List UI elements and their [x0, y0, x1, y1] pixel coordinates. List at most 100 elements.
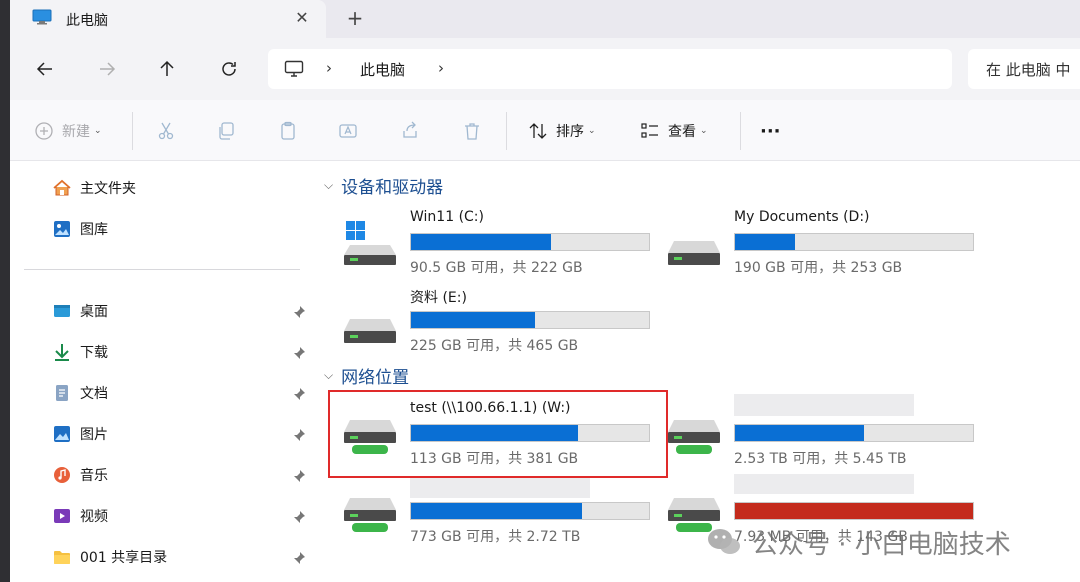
drive-free-space: 90.5 GB 可用，共 222 GB — [410, 260, 583, 276]
sidebar-item-label: 视频 — [80, 509, 108, 525]
refresh-icon — [222, 62, 236, 76]
pin-icon[interactable] — [292, 469, 306, 483]
up-button[interactable] — [150, 54, 184, 84]
sidebar-item-label: 文档 — [80, 386, 108, 402]
breadcrumb-separator[interactable]: › — [326, 59, 332, 77]
capacity-bar — [734, 233, 974, 251]
sidebar-item-gallery[interactable]: 图库 — [52, 217, 108, 241]
breadcrumb-separator[interactable]: › — [438, 59, 444, 77]
section-header-devices[interactable]: ⌵ 设备和驱动器 — [324, 173, 443, 198]
tab-this-pc[interactable]: 此电脑 ✕ — [10, 0, 326, 38]
watermark: 公众号 · 小白电脑技术 — [706, 522, 1011, 562]
drive-c[interactable]: Win11 (C:) 90.5 GB 可用，共 222 GB — [318, 209, 650, 279]
close-tab-icon[interactable]: ✕ — [290, 6, 314, 30]
sort-label: 排序 — [556, 124, 584, 140]
share-button[interactable] — [400, 118, 420, 144]
chevron-down-icon: ⌄ — [700, 126, 708, 136]
music-icon — [54, 467, 70, 483]
tab-bar: 此电脑 ✕ + — [10, 0, 1080, 38]
cut-button[interactable] — [156, 118, 176, 144]
wechat-icon — [708, 529, 740, 554]
rename-button[interactable] — [338, 118, 358, 144]
sidebar-item-music[interactable]: 音乐 — [52, 463, 108, 487]
desktop-icon — [54, 305, 70, 317]
pin-icon[interactable] — [292, 551, 306, 565]
sort-button[interactable]: 排序 ⌄ — [528, 118, 596, 144]
pin-icon[interactable] — [292, 305, 306, 319]
arrow-left-icon — [36, 62, 52, 76]
search-input[interactable]: 在 此电脑 中 — [968, 49, 1080, 89]
divider — [132, 112, 133, 150]
desktop-edge — [0, 0, 10, 582]
new-label: 新建 — [62, 124, 90, 140]
sidebar-item-downloads[interactable]: 下载 — [52, 340, 108, 364]
address-bar[interactable]: › 此电脑 › — [268, 49, 952, 89]
arrow-up-icon — [160, 60, 174, 76]
sidebar-item-label: 图片 — [80, 427, 108, 443]
sidebar-item-pictures[interactable]: 图片 — [52, 422, 108, 446]
computer-icon — [284, 60, 304, 77]
drive-name: Win11 (C:) — [410, 209, 484, 225]
network-drive-3[interactable]: 773 GB 可用，共 2.72 TB — [318, 478, 650, 548]
capacity-fill — [411, 234, 552, 250]
refresh-button[interactable] — [212, 54, 246, 84]
sidebar-item-desktop[interactable]: 桌面 — [52, 299, 108, 323]
section-header-network[interactable]: ⌵ 网络位置 — [324, 363, 409, 388]
more-options-button[interactable]: ··· — [760, 118, 781, 144]
view-button[interactable]: 查看 ⌄ — [640, 118, 708, 144]
chevron-down-icon: ⌄ — [94, 126, 102, 136]
document-icon — [56, 385, 68, 401]
sidebar-item-shared-folder[interactable]: 001 共享目录 — [52, 545, 167, 569]
sidebar-item-documents[interactable]: 文档 — [52, 381, 108, 405]
pictures-icon — [54, 426, 70, 442]
drive-name: 资料 (E:) — [410, 290, 467, 306]
folder-icon — [54, 551, 70, 564]
forward-button[interactable] — [90, 54, 124, 84]
windows-drive-icon — [344, 221, 396, 265]
file-explorer-window: 此电脑 ✕ + › 此电脑 › 在 此电脑 中 新建 ⌄ 排序 ⌄ 查看 ⌄ ·… — [10, 0, 1080, 582]
drive-free-space: 773 GB 可用，共 2.72 TB — [410, 529, 581, 545]
new-tab-button[interactable]: + — [342, 6, 368, 32]
paste-button[interactable] — [278, 118, 298, 144]
hard-drive-icon — [344, 319, 396, 343]
pin-icon[interactable] — [292, 387, 306, 401]
capacity-bar — [410, 311, 650, 329]
hard-drive-icon — [668, 241, 720, 265]
breadcrumb-this-pc[interactable]: 此电脑 — [360, 59, 405, 80]
clipboard-icon — [281, 121, 295, 140]
sort-icon — [529, 123, 547, 139]
sidebar-item-label: 音乐 — [80, 468, 108, 484]
highlight-box — [328, 390, 668, 478]
sidebar-item-videos[interactable]: 视频 — [52, 504, 108, 528]
redacted-drive-name — [410, 478, 590, 498]
pin-icon[interactable] — [292, 510, 306, 524]
capacity-fill — [735, 234, 795, 250]
view-label: 查看 — [668, 124, 696, 140]
download-icon — [55, 344, 69, 361]
redacted-drive-name — [734, 474, 914, 494]
new-button[interactable]: 新建 ⌄ — [34, 118, 102, 144]
view-list-icon — [641, 123, 658, 138]
pin-icon[interactable] — [292, 428, 306, 442]
scissors-icon — [158, 122, 174, 140]
chevron-down-icon: ⌵ — [324, 367, 334, 382]
home-icon — [53, 179, 71, 196]
sidebar-item-home[interactable]: 主文件夹 — [52, 176, 136, 200]
trash-icon — [465, 123, 479, 140]
capacity-bar — [410, 233, 650, 251]
divider — [740, 112, 741, 150]
content-pane: ⌵ 设备和驱动器 Win11 (C:) 90.5 GB 可用，共 222 GB — [314, 161, 1080, 582]
network-drive-2[interactable]: 2.53 TB 可用，共 5.45 TB — [642, 394, 974, 470]
pin-icon[interactable] — [292, 346, 306, 360]
drive-e[interactable]: 资料 (E:) 225 GB 可用，共 465 GB — [318, 287, 650, 357]
sidebar-item-label: 桌面 — [80, 304, 108, 320]
back-button[interactable] — [28, 54, 62, 84]
gallery-icon — [54, 221, 70, 237]
sidebar-divider — [24, 269, 300, 270]
capacity-fill — [411, 503, 583, 519]
arrow-right-icon — [100, 62, 116, 76]
copy-button[interactable] — [216, 118, 236, 144]
drive-d[interactable]: My Documents (D:) 190 GB 可用，共 253 GB — [642, 209, 974, 279]
delete-button[interactable] — [462, 118, 482, 144]
command-bar: 新建 ⌄ 排序 ⌄ 查看 ⌄ ··· — [10, 100, 1080, 161]
